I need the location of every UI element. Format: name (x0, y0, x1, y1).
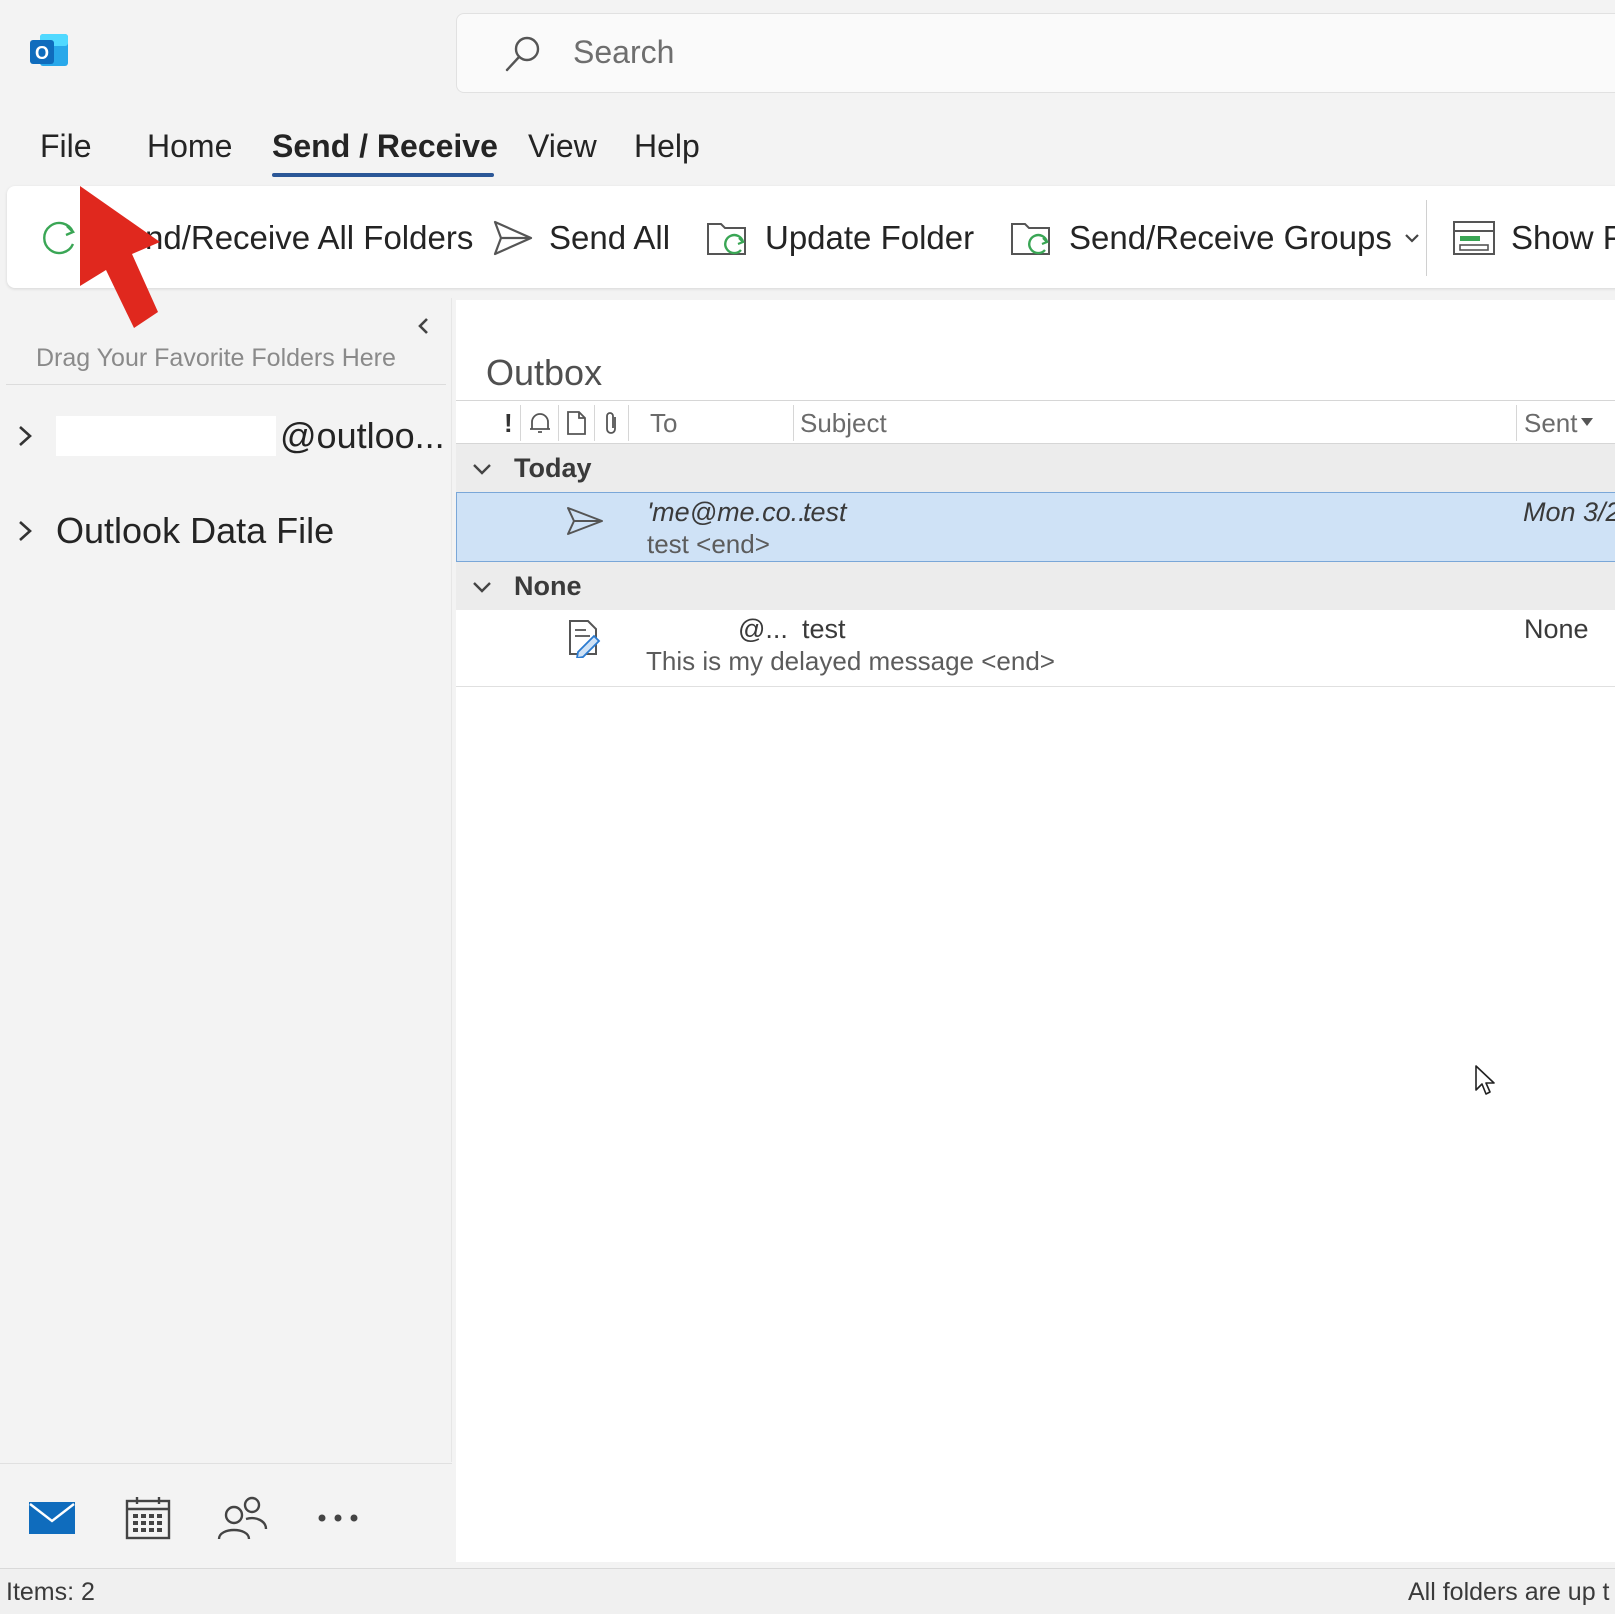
calendar-icon (125, 1497, 171, 1540)
folder-pane: Drag Your Favorite Folders Here @outloo.… (0, 298, 452, 1462)
tab-file[interactable]: File (40, 128, 92, 165)
module-nav-bar (0, 1463, 452, 1568)
mail-nav-button[interactable] (24, 1490, 80, 1546)
search-input[interactable]: Search (456, 13, 1615, 93)
sending-icon (567, 507, 603, 535)
chevron-right-icon (19, 521, 32, 541)
group-label-today: Today (514, 453, 592, 483)
search-placeholder: Search (573, 34, 675, 70)
collapse-pane-icon[interactable] (412, 314, 436, 338)
chevron-down-icon (473, 464, 491, 475)
group-header-today[interactable]: Today (456, 444, 1615, 492)
update-folder-button[interactable]: Update Folder (705, 216, 974, 260)
more-icon (318, 1514, 358, 1522)
search-icon (505, 36, 540, 72)
show-progress-label: Show P (1511, 219, 1615, 256)
sent-column-header[interactable]: Sent (1524, 408, 1578, 439)
message-to-visible: @... (738, 614, 788, 644)
attachment-column-icon[interactable] (598, 409, 626, 437)
folder-title: Outbox (486, 352, 603, 393)
favorites-divider (6, 384, 446, 385)
reminder-column-icon[interactable] (526, 409, 554, 437)
redacted-account-name (56, 416, 276, 456)
redacted-recipient (646, 617, 738, 644)
importance-column-header[interactable]: ! (504, 408, 513, 439)
column-separator (520, 405, 521, 441)
column-header-row: ! To Subject Sent (456, 400, 1615, 444)
chevron-down-icon (473, 582, 491, 593)
items-count: Items: 2 (6, 1578, 95, 1606)
column-separator (594, 405, 595, 441)
message-sent-date: Mon 3/2 (1523, 497, 1615, 527)
sort-descending-icon (1581, 418, 1593, 426)
tab-help[interactable]: Help (634, 128, 700, 165)
message-row[interactable]: @... test This is my delayed message <en… (456, 610, 1615, 680)
send-receive-groups-label: Send/Receive Groups (1069, 219, 1392, 256)
more-apps-button[interactable] (310, 1490, 366, 1546)
account-email-label: @outloo... (280, 415, 445, 456)
group-header-none[interactable]: None (456, 562, 1615, 610)
tab-send-receive[interactable]: Send / Receive (272, 128, 498, 165)
group-label-none: None (514, 571, 582, 601)
message-preview: test <end> (647, 529, 770, 559)
mouse-cursor-icon (1475, 1065, 1495, 1095)
mail-icon (29, 1502, 75, 1534)
red-arrow-annotation (80, 186, 160, 328)
favorites-hint: Drag Your Favorite Folders Here (36, 344, 396, 372)
item-type-column-icon[interactable] (562, 409, 590, 437)
outlook-logo-letter: O (35, 43, 49, 63)
send-icon (493, 220, 533, 256)
update-folder-icon (707, 223, 746, 255)
folder-outlook-data-file[interactable]: Outlook Data File (14, 506, 334, 556)
message-row[interactable]: 'me@me.co... test test <end> Mon 3/2 (456, 492, 1615, 562)
chevron-down-icon (1405, 234, 1419, 243)
column-separator (793, 405, 794, 441)
people-nav-button[interactable] (214, 1490, 270, 1546)
tab-home[interactable]: Home (147, 128, 232, 165)
column-separator (558, 405, 559, 441)
tab-view[interactable]: View (528, 128, 597, 165)
data-file-label: Outlook Data File (56, 510, 335, 551)
send-all-label: Send All (549, 219, 671, 256)
sync-status: All folders are up t (1408, 1578, 1610, 1606)
draft-icon (569, 620, 601, 658)
subject-column-header[interactable]: Subject (800, 408, 887, 439)
message-subject: test (803, 497, 847, 527)
send-receive-groups-icon (1011, 223, 1050, 255)
send-receive-groups-button[interactable]: Send/Receive Groups (1009, 216, 1422, 260)
status-bar: Items: 2 All folders are up t (0, 1568, 1615, 1614)
active-tab-indicator (272, 173, 494, 177)
update-folder-label: Update Folder (765, 219, 975, 256)
send-receive-all-folders-label: nd/Receive All Folders (145, 219, 474, 256)
ribbon: nd/Receive All Folders Send All Update F… (7, 186, 1615, 288)
send-all-button[interactable]: Send All (491, 216, 670, 260)
message-preview: This is my delayed message <end> (646, 646, 1055, 676)
show-progress-button[interactable]: Show P (1451, 216, 1615, 260)
message-to: @... (646, 614, 788, 645)
folder-account-outlook[interactable]: @outloo... (14, 411, 445, 461)
message-to: 'me@me.co... (647, 497, 814, 527)
row-divider (456, 686, 1615, 687)
menu-tabs: File Home Send / Receive View Help (0, 122, 1615, 182)
outlook-logo-icon[interactable]: O (28, 30, 70, 72)
people-icon (217, 1496, 268, 1540)
ribbon-separator (1426, 200, 1427, 276)
chevron-right-icon (19, 426, 32, 446)
column-separator (628, 405, 629, 441)
show-progress-icon (1453, 221, 1495, 255)
message-subject: test (802, 614, 846, 644)
calendar-nav-button[interactable] (120, 1490, 176, 1546)
message-sent-date: None (1524, 614, 1589, 644)
to-column-header[interactable]: To (650, 408, 677, 439)
title-bar: O Search (0, 0, 1615, 112)
message-list-pane: Outbox ! To Subject Sent Today 'me@me.co… (456, 300, 1615, 1562)
column-separator (1516, 405, 1517, 441)
